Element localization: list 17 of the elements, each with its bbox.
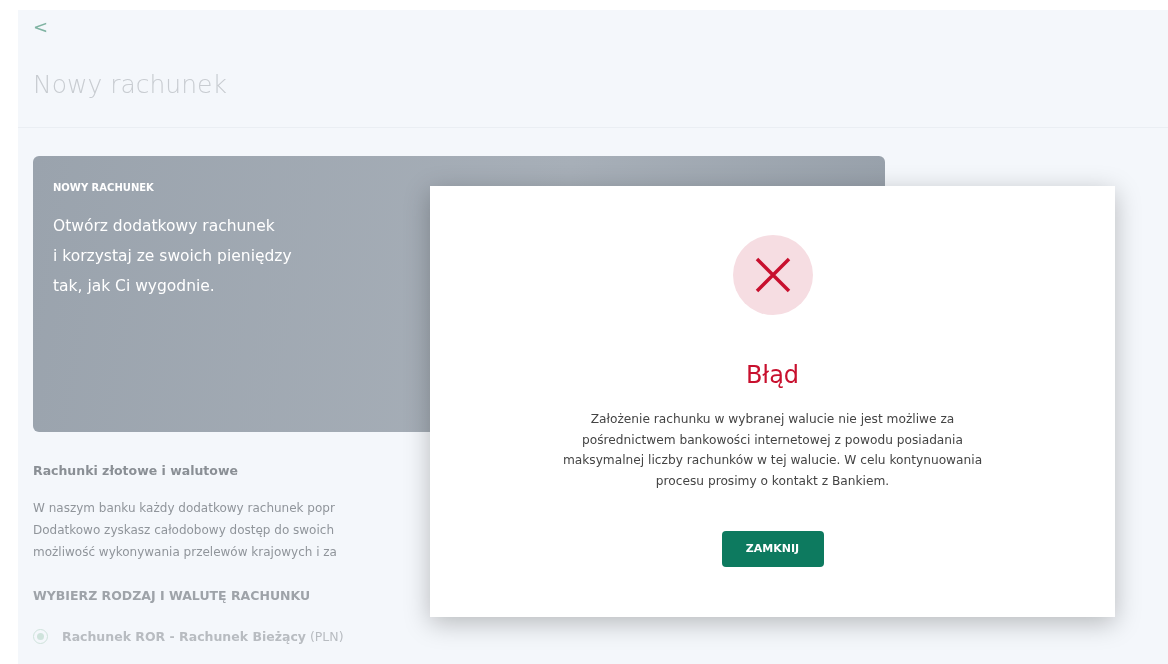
banner-headline-line: Otwórz dodatkowy rachunek <box>53 216 275 237</box>
description-line: Dodatkowo zyskasz całodobowy dostęp do swoich <box>33 521 334 539</box>
description-line: W naszym banku każdy dodatkowy rachunek popr <box>33 499 335 517</box>
dialog-message-line: maksymalnej liczby rachunków w tej walucie. W celu kontynuowania <box>562 452 983 469</box>
banner-headline-line: tak, jak Ci wygodnie. <box>53 276 215 297</box>
banner-headline-line: i korzystaj ze swoich pieniędzy <box>53 246 292 267</box>
description-line: możliwość wykonywania przelewów krajowych i za <box>33 543 337 561</box>
section-heading: Rachunki złotowe i walutowe <box>33 462 238 480</box>
dialog-message-line: pośrednictwem bankowości internetowej z powodu posiadania <box>581 431 964 449</box>
section-label: WYBIERZ RODZAJ I WALUTĘ RACHUNKU <box>33 586 311 605</box>
radio-label[interactable]: Rachunek ROR - Rachunek Bieżący (PLN) <box>62 627 344 647</box>
dialog-title: Błąd <box>745 360 800 391</box>
back-button[interactable]: < <box>33 18 49 36</box>
dialog-message-line: procesu prosimy o kontakt z Bankiem. <box>654 472 891 490</box>
close-button[interactable]: ZAMKNIJ <box>721 531 824 567</box>
dialog-message-line: Założenie rachunku w wybranej walucie nie jest możliwe za <box>589 411 956 428</box>
banner-eyebrow: NOWY RACHUNEK <box>53 181 154 195</box>
